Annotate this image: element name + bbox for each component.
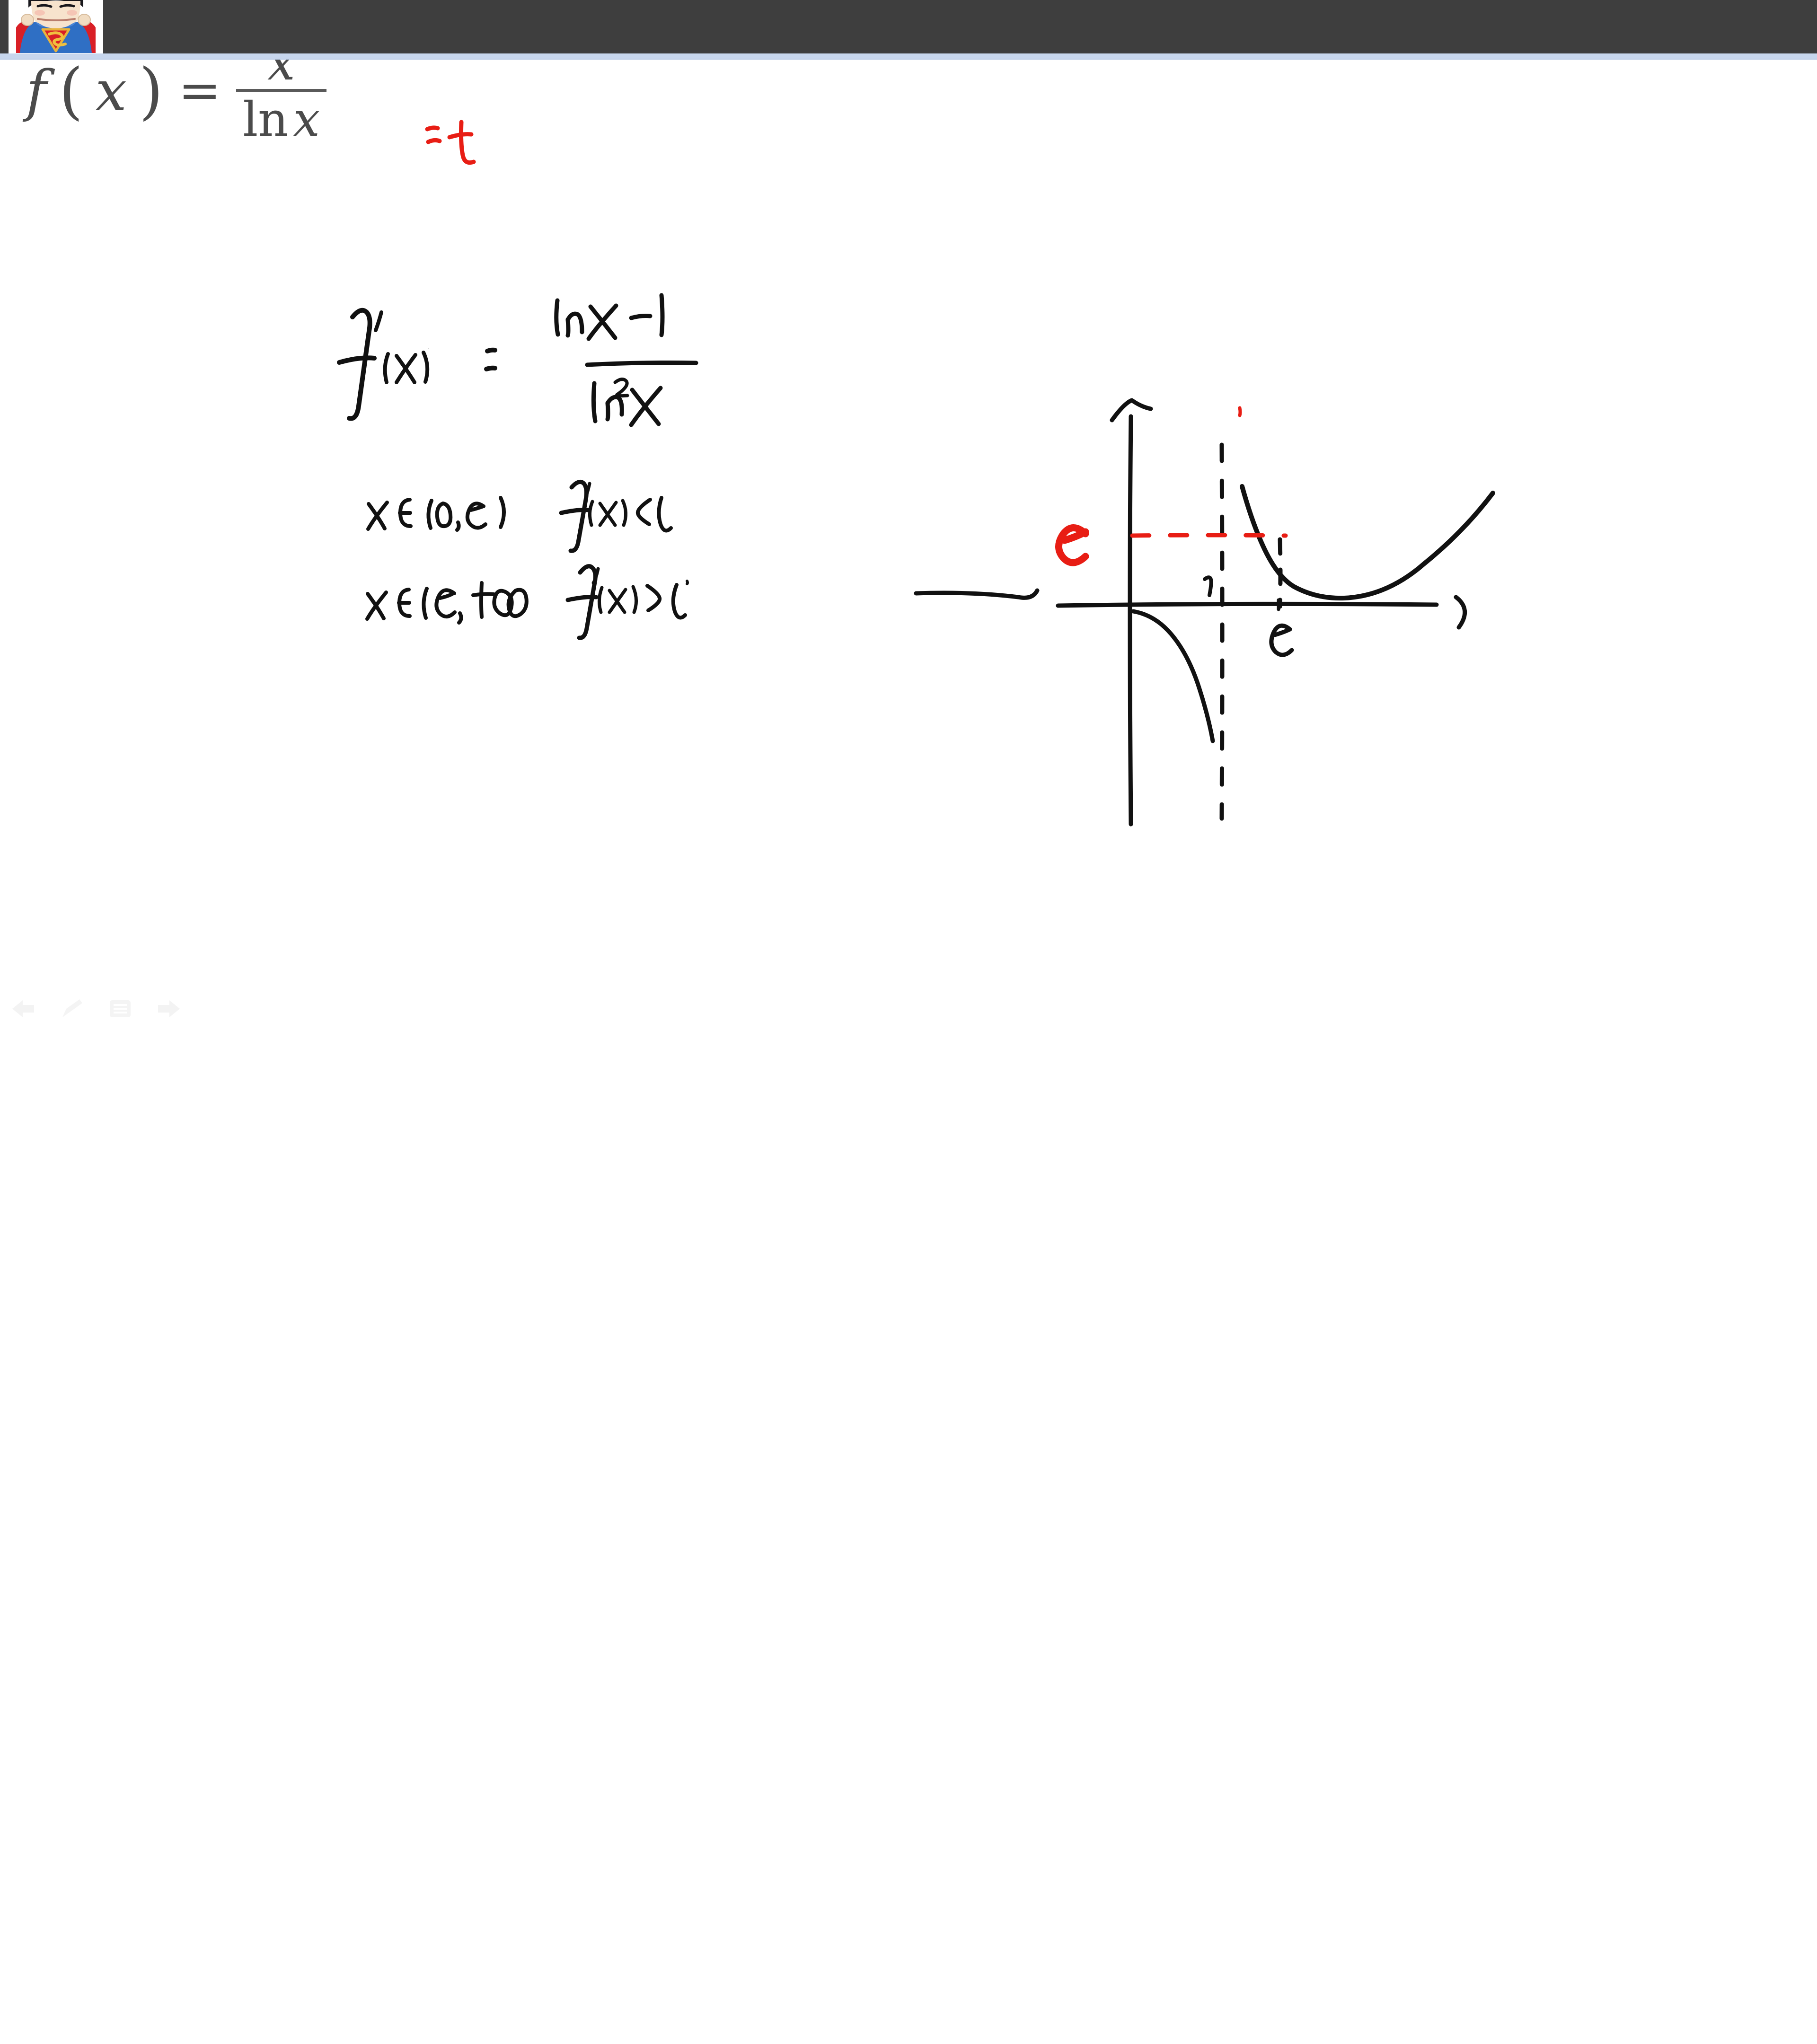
header-accent-stripe	[0, 53, 1817, 60]
formula-close-paren: )	[139, 54, 163, 127]
pen-icon[interactable]	[59, 996, 85, 1021]
avatar[interactable]	[9, 0, 103, 53]
whiteboard-canvas[interactable]	[0, 59, 1817, 1022]
formula-denominator: ln x	[236, 92, 326, 143]
back-arrow-icon[interactable]	[10, 996, 37, 1021]
formula-f: f	[26, 58, 47, 123]
formula-equals: =	[178, 61, 221, 120]
formula-open-paren: (	[59, 54, 83, 127]
menu-icon[interactable]	[107, 996, 133, 1021]
formula-variable: x	[95, 58, 127, 123]
forward-arrow-icon[interactable]	[155, 996, 182, 1021]
app-header-bar	[0, 0, 1817, 53]
superman-cartoon-avatar-icon	[9, 0, 103, 53]
bottom-toolbar[interactable]	[0, 989, 1817, 1022]
formula-denominator-op: ln	[243, 92, 289, 147]
formula-denominator-var: x	[293, 92, 320, 147]
